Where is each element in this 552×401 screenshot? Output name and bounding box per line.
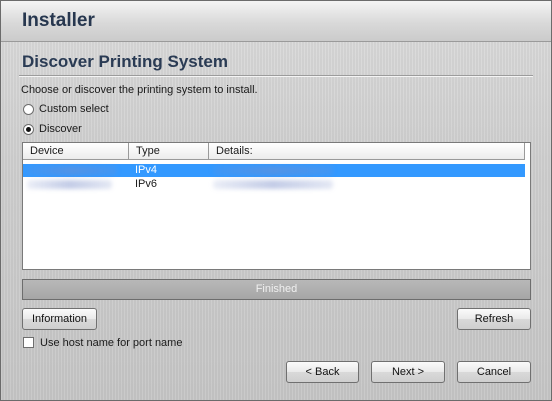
- instruction-text: Choose or discover the printing system t…: [21, 84, 258, 96]
- device-details-cell: [213, 178, 333, 191]
- title-bar: Installer: [1, 1, 551, 42]
- device-row[interactable]: IPv4: [23, 164, 525, 177]
- discovery-progress-bar: Finished: [22, 279, 531, 300]
- device-type-cell: IPv4: [135, 164, 158, 176]
- custom-select-option[interactable]: Custom select: [23, 103, 109, 115]
- use-host-name-label: Use host name for port name: [40, 337, 183, 349]
- information-button[interactable]: Information: [22, 308, 97, 330]
- device-name-cell: [27, 178, 112, 191]
- redacted-device-name: [27, 180, 112, 189]
- cancel-button[interactable]: Cancel: [457, 361, 531, 383]
- redacted-device-name: [27, 166, 117, 175]
- next-button[interactable]: Next >: [371, 361, 445, 383]
- column-header-device[interactable]: Device: [23, 143, 129, 160]
- heading-divider: [19, 75, 533, 77]
- discover-option[interactable]: Discover: [23, 123, 82, 135]
- device-details-cell: [213, 164, 333, 177]
- use-host-name-checkbox[interactable]: [23, 337, 34, 348]
- device-type-cell: IPv6: [135, 178, 158, 190]
- window-title: Installer: [22, 10, 95, 31]
- discover-radio[interactable]: [23, 123, 34, 135]
- redacted-device-details: [213, 166, 333, 175]
- device-list-header: Device Type Details:: [23, 143, 525, 160]
- page-heading: Discover Printing System: [22, 52, 228, 71]
- device-list[interactable]: Device Type Details: IPv4 IPv6: [22, 142, 531, 270]
- device-name-cell: [27, 164, 117, 177]
- column-header-type[interactable]: Type: [129, 143, 209, 160]
- refresh-button[interactable]: Refresh: [457, 308, 531, 330]
- column-header-details[interactable]: Details:: [209, 143, 525, 160]
- installer-window: Installer Discover Printing System Choos…: [0, 0, 552, 401]
- custom-select-label: Custom select: [39, 103, 109, 115]
- redacted-device-details: [213, 180, 333, 189]
- device-row[interactable]: IPv6: [23, 178, 525, 191]
- back-button[interactable]: < Back: [286, 361, 359, 383]
- discover-label: Discover: [39, 123, 82, 135]
- custom-select-radio[interactable]: [23, 103, 34, 115]
- progress-status-text: Finished: [255, 283, 298, 295]
